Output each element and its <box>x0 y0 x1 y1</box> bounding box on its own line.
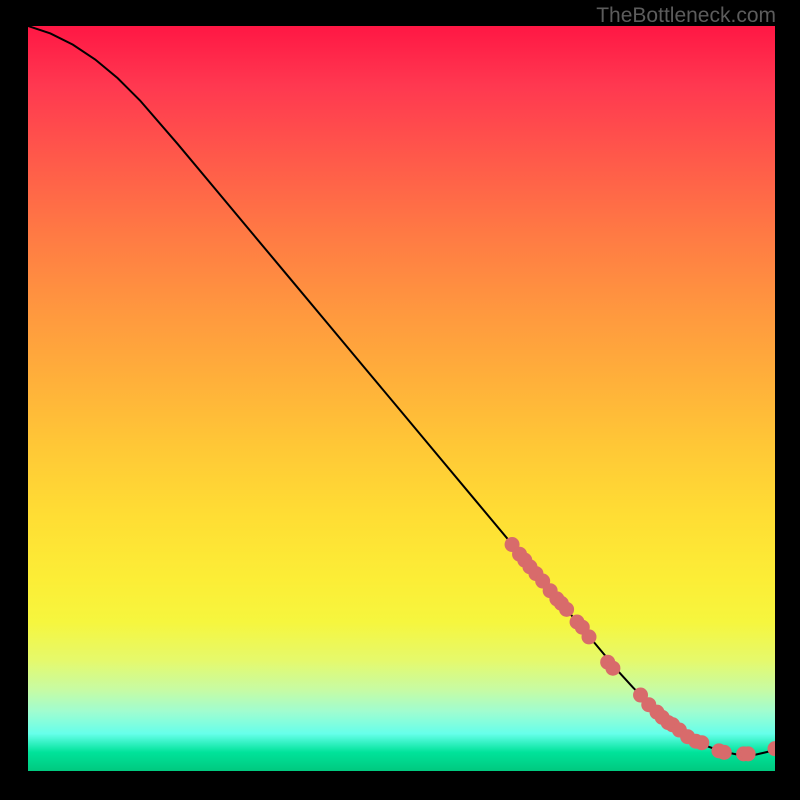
plot-area <box>28 26 775 771</box>
chart-container: TheBottleneck.com <box>0 0 800 800</box>
watermark-text: TheBottleneck.com <box>596 4 776 28</box>
